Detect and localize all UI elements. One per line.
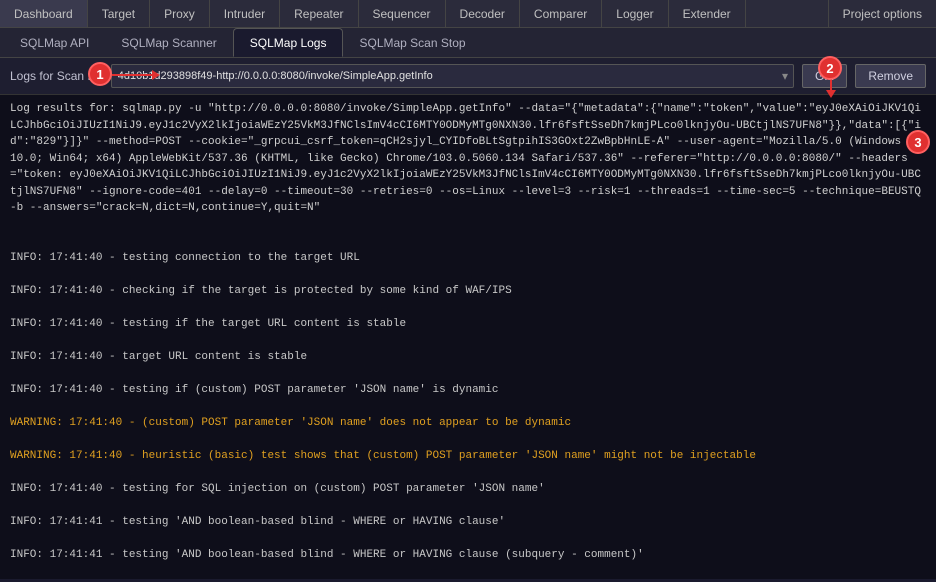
log-line: INFO: 17:41:40 - testing if the target U…	[10, 316, 926, 333]
go-button[interactable]: G...	[802, 64, 847, 88]
nav-sequencer[interactable]: Sequencer	[359, 0, 446, 27]
log-area[interactable]: Log results for: sqlmap.py -u "http://0.…	[0, 95, 936, 579]
remove-button[interactable]: Remove	[855, 64, 926, 88]
nav-extender[interactable]: Extender	[669, 0, 746, 27]
logs-for-label: Logs for Scan ID:	[10, 69, 103, 83]
top-nav: Dashboard Target Proxy Intruder Repeater…	[0, 0, 936, 28]
nav-logger[interactable]: Logger	[602, 0, 668, 27]
log-line: INFO: 17:41:41 - testing 'AND boolean-ba…	[10, 547, 926, 564]
tab-sqlmap-logs[interactable]: SQLMap Logs	[233, 28, 344, 57]
log-line: WARNING: 17:41:40 - (custom) POST parame…	[10, 415, 926, 432]
nav-decoder[interactable]: Decoder	[446, 0, 520, 27]
nav-project-options[interactable]: Project options	[828, 0, 936, 27]
nav-proxy[interactable]: Proxy	[150, 0, 210, 27]
scan-id-select[interactable]: 4d10b1d293898f49-http://0.0.0.0:8080/inv…	[111, 64, 794, 88]
log-line: WARNING: 17:41:40 - heuristic (basic) te…	[10, 448, 926, 465]
log-line: INFO: 17:41:40 - testing connection to t…	[10, 250, 926, 267]
log-line: INFO: 17:41:40 - target URL content is s…	[10, 349, 926, 366]
log-command: Log results for: sqlmap.py -u "http://0.…	[10, 101, 926, 217]
log-line: INFO: 17:41:41 - testing 'AND boolean-ba…	[10, 514, 926, 531]
log-line: INFO: 17:41:40 - checking if the target …	[10, 283, 926, 300]
tab-sqlmap-scan-stop[interactable]: SQLMap Scan Stop	[343, 28, 481, 57]
nav-intruder[interactable]: Intruder	[210, 0, 280, 27]
toolbar: Logs for Scan ID: 4d10b1d293898f49-http:…	[0, 58, 936, 95]
tab-sqlmap-scanner[interactable]: SQLMap Scanner	[105, 28, 232, 57]
nav-target[interactable]: Target	[88, 0, 150, 27]
nav-comparer[interactable]: Comparer	[520, 0, 602, 27]
log-line: INFO: 17:41:40 - testing if (custom) POS…	[10, 382, 926, 399]
nav-repeater[interactable]: Repeater	[280, 0, 358, 27]
log-line: INFO: 17:41:40 - testing for SQL injecti…	[10, 481, 926, 498]
tab-sqlmap-api[interactable]: SQLMap API	[4, 28, 105, 57]
scan-id-select-wrapper: 4d10b1d293898f49-http://0.0.0.0:8080/inv…	[111, 64, 794, 88]
nav-dashboard[interactable]: Dashboard	[0, 0, 88, 27]
second-nav: SQLMap API SQLMap Scanner SQLMap Logs SQ…	[0, 28, 936, 58]
